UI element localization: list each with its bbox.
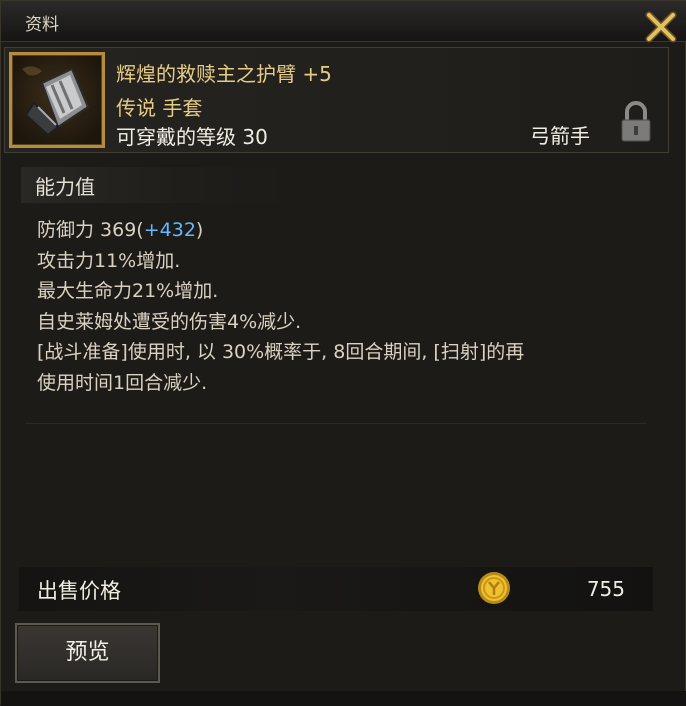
background-strip xyxy=(1,691,686,706)
lock-icon xyxy=(621,101,651,142)
sell-price-label: 出售价格 xyxy=(37,579,121,603)
stats-section-title: 能力值 xyxy=(35,175,95,199)
item-header: 辉煌的救赎主之护臂 +5 传说 手套 可穿戴的等级 30 弓箭手 xyxy=(4,47,669,153)
preview-button[interactable]: 预览 xyxy=(15,623,160,683)
item-info-window: 资料 辉煌的救赎主之护臂 +5 传说 手套 可穿戴的等级 30 弓箭手 能力值 … xyxy=(0,0,686,706)
title-bar: 资料 xyxy=(1,1,686,45)
item-level-requirement: 可穿戴的等级 30 xyxy=(116,125,268,149)
stats-list: 防御力 369(+432) 攻击力11%增加. 最大生命力21%增加. 自史莱姆… xyxy=(37,215,637,398)
window-title: 资料 xyxy=(25,15,59,35)
sell-price-value: 755 xyxy=(586,577,625,601)
item-slot[interactable] xyxy=(9,52,105,148)
close-icon xyxy=(645,11,677,43)
stat-line-defense: 防御力 369(+432) xyxy=(37,215,637,246)
item-name: 辉煌的救赎主之护臂 +5 xyxy=(116,62,332,86)
stat-line: 使用时间1回合减少. xyxy=(37,371,208,394)
stat-line: 自史莱姆处遭受的伤害4%减少. xyxy=(37,310,302,333)
stat-line: 攻击力11%增加. xyxy=(37,249,181,272)
stat-line: [战斗准备]使用时, 以 30%概率于, 8回合期间, [扫射]的再 xyxy=(37,341,525,363)
item-grade-type: 传说 手套 xyxy=(116,96,203,120)
close-button[interactable] xyxy=(643,9,679,45)
item-class: 弓箭手 xyxy=(530,124,590,148)
defense-label: 防御力 369( xyxy=(37,219,144,241)
stat-line: 最大生命力21%增加. xyxy=(37,280,219,302)
lock-toggle[interactable] xyxy=(619,100,653,144)
bracer-icon xyxy=(22,66,90,137)
divider xyxy=(25,423,647,424)
defense-bonus: +432 xyxy=(143,219,196,241)
gold-coin-icon xyxy=(478,572,510,604)
defense-close: ) xyxy=(195,219,204,241)
